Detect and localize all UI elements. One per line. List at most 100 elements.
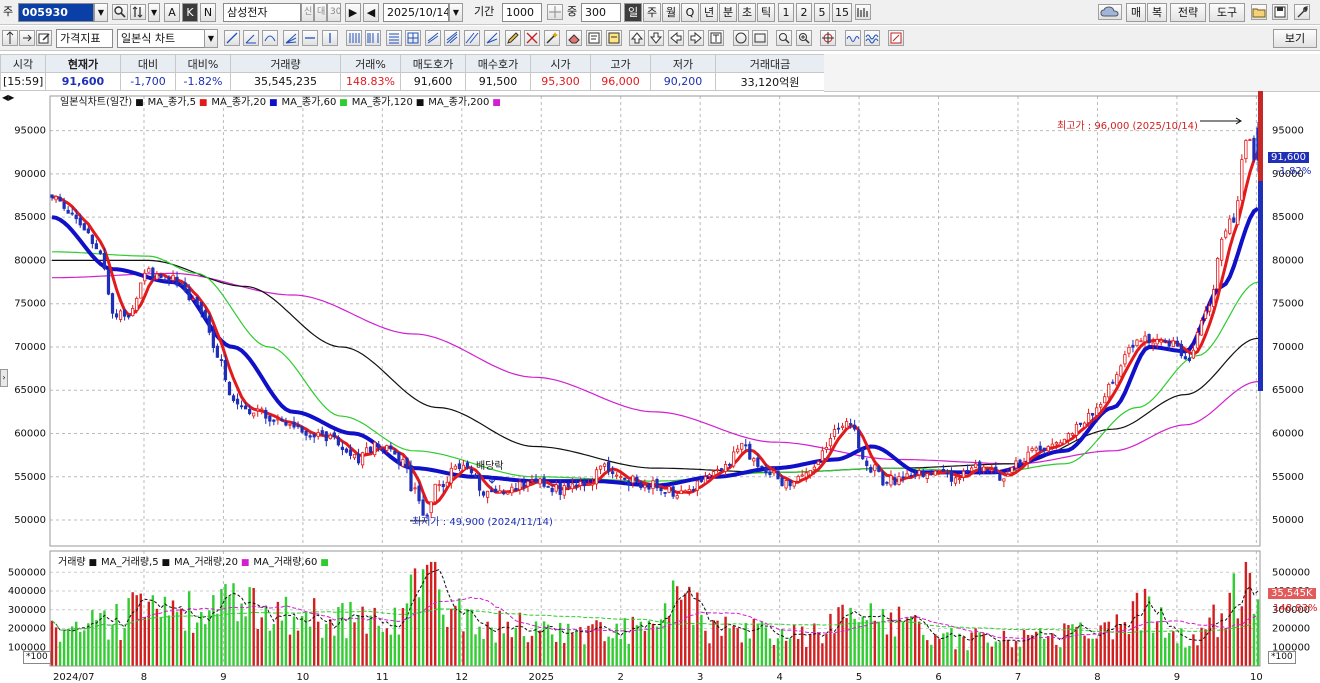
legend-item[interactable]: MA_종가,200 ■	[428, 97, 501, 108]
move-horizontal-icon[interactable]	[19, 30, 35, 46]
period-input[interactable]: 1000	[502, 3, 542, 22]
volume-bar	[417, 597, 421, 666]
volume-bar	[821, 643, 824, 666]
chart-type-select[interactable]: 일본식 차트	[117, 29, 205, 48]
channel-icon[interactable]	[425, 30, 441, 46]
cloud-icon[interactable]	[1098, 4, 1122, 20]
gann-grid-icon[interactable]	[405, 30, 421, 46]
volume-bar	[684, 593, 687, 666]
text-tool-icon[interactable]	[708, 30, 724, 46]
pencil-icon[interactable]	[505, 30, 521, 46]
expand-icon[interactable]	[547, 4, 563, 20]
strategy-button[interactable]: 전략	[1170, 3, 1206, 22]
legend-swatch-icon: ■	[158, 558, 170, 568]
mode-button-n[interactable]: N	[200, 3, 216, 22]
legend-item[interactable]: MA_종가,5 ■	[148, 97, 208, 108]
interval-15-button[interactable]: 15	[832, 3, 852, 22]
folder-icon[interactable]	[1251, 4, 1267, 20]
calendar-dropdown-button[interactable]: ▼	[449, 3, 463, 22]
legend-item[interactable]: MA_거래량,20 ■	[174, 557, 249, 568]
interval-week-button[interactable]: 주	[643, 3, 661, 22]
interval-quarter-button[interactable]: Q	[681, 3, 699, 22]
buy-sell-button[interactable]: 매	[1126, 3, 1146, 22]
stock-code-input[interactable]: 005930	[18, 3, 94, 22]
legend-item[interactable]: MA_거래량,5 ■	[101, 557, 170, 568]
wave-multi-icon[interactable]	[864, 30, 880, 46]
chart-type-dropdown-button[interactable]: ▼	[204, 29, 218, 48]
count-input[interactable]: 300	[581, 3, 621, 22]
legend-item[interactable]: 거래량 ■	[58, 557, 97, 568]
search-icon[interactable]	[112, 4, 128, 20]
wrench-icon[interactable]	[1294, 4, 1310, 20]
composite-button[interactable]: 복	[1147, 3, 1167, 22]
vertical-line-icon[interactable]	[322, 30, 338, 46]
fan-lines-icon[interactable]	[283, 30, 299, 46]
zoom-area-icon[interactable]	[776, 30, 792, 46]
angle-line-icon[interactable]	[243, 30, 259, 46]
candle-body	[70, 212, 74, 215]
interval-second-button[interactable]: 초	[738, 3, 756, 22]
zoom-cross-icon[interactable]	[796, 30, 812, 46]
chart-area[interactable]: 50000 55000 60000 65000 70000 75000 80000 85000…	[0, 91, 1320, 683]
note-edit-icon[interactable]	[586, 30, 602, 46]
interval-tick-button[interactable]: 틱	[757, 3, 775, 22]
mode-button-a[interactable]: A	[164, 3, 180, 22]
interval-2-button[interactable]: 2	[796, 3, 812, 22]
tools-button[interactable]: 도구	[1209, 3, 1245, 22]
sort-dropdown-button[interactable]: ▼	[148, 3, 160, 22]
chart-canvas[interactable]: 5000055000600006500070000750008000085000…	[0, 91, 1320, 683]
legend-item[interactable]: MA_종가,60 ■	[282, 97, 348, 108]
date-input[interactable]: 2025/10/14	[383, 3, 449, 22]
andrews-fork-icon[interactable]	[444, 30, 460, 46]
interval-month-button[interactable]: 월	[662, 3, 680, 22]
move-vertical-icon[interactable]	[2, 30, 18, 46]
legend-item[interactable]: MA_종가,20 ■	[211, 97, 277, 108]
fibo-time-icon[interactable]	[365, 30, 381, 46]
wave-indicator-icon[interactable]	[845, 30, 861, 46]
rectangle-icon[interactable]	[752, 30, 768, 46]
crosshair-settings-icon[interactable]	[820, 30, 836, 46]
volume-bar	[595, 620, 598, 666]
eraser-icon[interactable]	[566, 30, 582, 46]
scroll-arrows-icon[interactable]: ◀▶	[2, 93, 14, 102]
volume-bar	[450, 608, 453, 666]
cross-tool-icon[interactable]	[524, 30, 540, 46]
arc-icon[interactable]	[262, 30, 278, 46]
candle-body	[598, 465, 603, 470]
interval-day-button[interactable]: 일	[624, 3, 642, 22]
arrow-right-icon[interactable]	[688, 30, 704, 46]
candle-body	[582, 480, 587, 487]
prev-arrow-icon[interactable]: ◀	[363, 3, 379, 22]
mode-button-k[interactable]: K	[182, 3, 198, 22]
legend-item[interactable]: 일본식차트(일간) ■	[60, 97, 144, 108]
interval-1-button[interactable]: 1	[778, 3, 794, 22]
view-button[interactable]: 보기	[1273, 29, 1317, 48]
edit-icon[interactable]	[36, 30, 52, 46]
next-arrow-icon[interactable]: ▶	[345, 3, 361, 22]
circle-icon[interactable]	[733, 30, 749, 46]
legend-item[interactable]: MA_거래량,60 ■	[253, 557, 328, 568]
code-dropdown-button[interactable]: ▼	[94, 3, 108, 22]
arrow-down-icon[interactable]	[648, 30, 664, 46]
custom-interval-icon[interactable]	[855, 4, 871, 20]
legend-item[interactable]: MA_종가,120 ■	[352, 97, 425, 108]
arrow-up-icon[interactable]	[629, 30, 645, 46]
parallel-icon[interactable]	[464, 30, 480, 46]
interval-5-button[interactable]: 5	[814, 3, 830, 22]
sort-icon[interactable]	[130, 4, 146, 20]
trendline-icon[interactable]	[224, 30, 240, 46]
indicator-select[interactable]: 가격지표	[56, 29, 113, 48]
interval-minute-button[interactable]: 분	[719, 3, 737, 22]
fibo-retrace-icon[interactable]	[386, 30, 402, 46]
magic-wand-icon[interactable]	[544, 30, 560, 46]
speed-line-icon[interactable]	[484, 30, 500, 46]
save-icon[interactable]	[1272, 4, 1288, 20]
stock-name-field[interactable]: 삼성전자	[223, 3, 301, 22]
interval-year-button[interactable]: 년	[700, 3, 718, 22]
arrow-left-icon[interactable]	[668, 30, 684, 46]
panel-expand-arrow-icon[interactable]: ›	[0, 369, 8, 387]
screenshot-icon[interactable]	[888, 30, 904, 46]
text-note-icon[interactable]	[606, 30, 622, 46]
cycle-lines-icon[interactable]	[346, 30, 362, 46]
horizontal-line-icon[interactable]	[302, 30, 318, 46]
